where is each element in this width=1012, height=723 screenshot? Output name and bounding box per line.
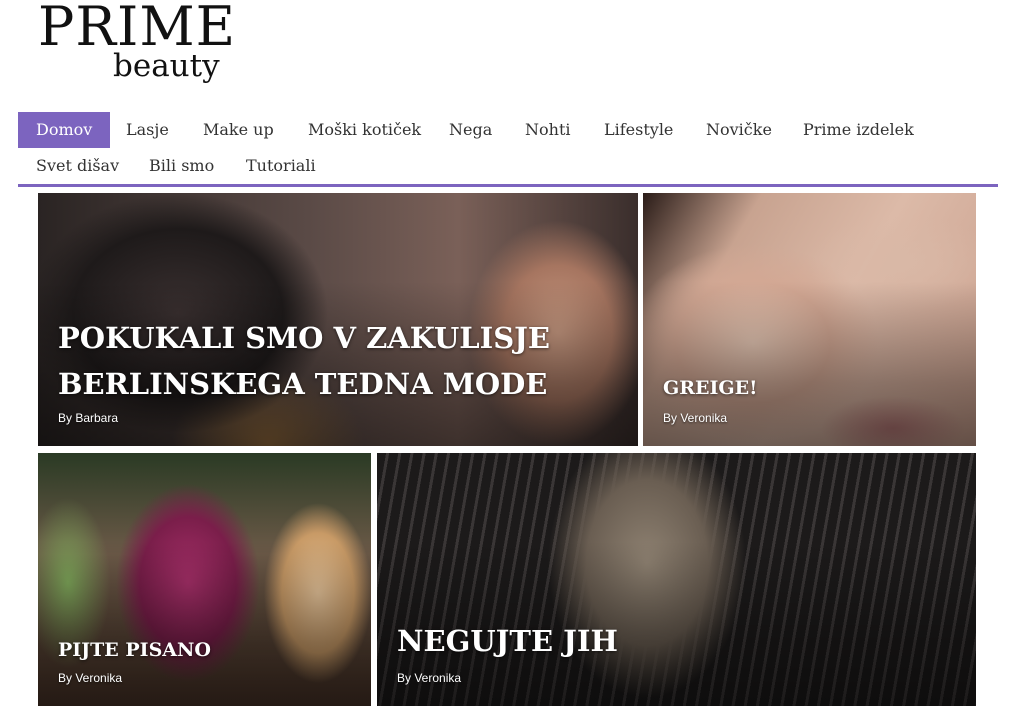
site-logo[interactable]: PRIME beauty xyxy=(38,0,238,90)
article-tile-berlin-fashion-week[interactable]: POKUKALI SMO V ZAKULISJE BERLINSKEGA TED… xyxy=(38,193,638,446)
nav-divider xyxy=(18,184,998,187)
article-author[interactable]: By Veronika xyxy=(58,671,122,685)
article-title[interactable]: POKUKALI SMO V ZAKULISJE BERLINSKEGA TED… xyxy=(58,315,550,407)
nav-item-svet-disav[interactable]: Svet dišav xyxy=(18,148,137,184)
logo-beauty-text: beauty xyxy=(113,48,220,84)
article-author[interactable]: By Barbara xyxy=(58,411,118,425)
nav-item-bili-smo[interactable]: Bili smo xyxy=(131,148,232,184)
nav-item-nega[interactable]: Nega xyxy=(431,112,510,148)
article-author[interactable]: By Veronika xyxy=(663,411,727,425)
article-tile-pijte-pisano[interactable]: PIJTE PISANO By Veronika xyxy=(38,453,371,706)
nav-item-lasje[interactable]: Lasje xyxy=(108,112,187,148)
article-tile-negujte-jih[interactable]: NEGUJTE JIH By Veronika xyxy=(377,453,976,706)
article-title[interactable]: GREIGE! xyxy=(663,375,757,401)
nav-item-nohti[interactable]: Nohti xyxy=(507,112,588,148)
nav-item-make-up[interactable]: Make up xyxy=(185,112,292,148)
nav-item-moski-koticek[interactable]: Moški kotiček xyxy=(290,112,439,148)
nav-item-novicke[interactable]: Novičke xyxy=(688,112,790,148)
nav-item-prime-izdelek[interactable]: Prime izdelek xyxy=(785,112,932,148)
nav-item-lifestyle[interactable]: Lifestyle xyxy=(586,112,691,148)
nav-item-domov[interactable]: Domov xyxy=(18,112,111,148)
article-title[interactable]: PIJTE PISANO xyxy=(58,637,211,663)
main-navigation: Domov Lasje Make up Moški kotiček Nega N… xyxy=(18,112,998,186)
article-tile-greige[interactable]: GREIGE! By Veronika xyxy=(643,193,976,446)
logo-prime-text: PRIME xyxy=(38,0,237,58)
article-title[interactable]: NEGUJTE JIH xyxy=(397,623,618,659)
article-author[interactable]: By Veronika xyxy=(397,671,461,685)
nav-item-tutoriali[interactable]: Tutoriali xyxy=(228,148,334,184)
